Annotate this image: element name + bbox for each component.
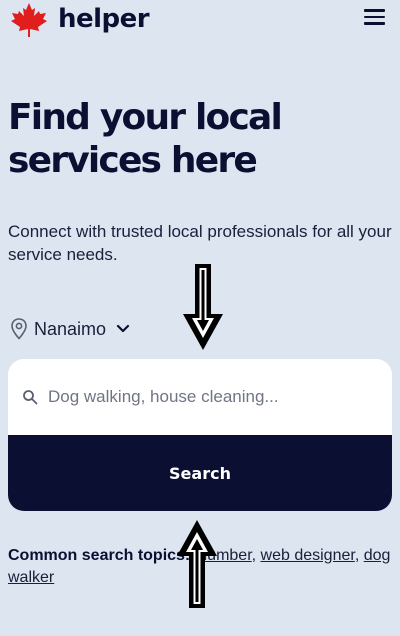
search-button[interactable]: Search xyxy=(8,435,392,511)
common-searches-label: Common search topics: xyxy=(8,547,191,564)
chevron-down-icon xyxy=(116,324,130,333)
search-input[interactable] xyxy=(48,387,368,407)
hero-subtitle: Connect with trusted local professionals… xyxy=(8,222,392,264)
arrow-up-icon xyxy=(177,520,217,608)
arrow-down-icon xyxy=(183,264,223,350)
brand-name[interactable]: helper xyxy=(58,4,150,34)
location-city: Nanaimo xyxy=(34,318,107,339)
hero-title-line-2: services here xyxy=(8,140,258,181)
search-field[interactable] xyxy=(8,359,392,435)
location-selector[interactable]: Nanaimo xyxy=(10,316,130,342)
search-card: Search xyxy=(8,359,392,511)
hero-title: Find your local services here xyxy=(8,96,392,182)
site-header: helper xyxy=(0,0,400,40)
hamburger-menu-icon[interactable] xyxy=(364,9,388,29)
hero-title-line-1: Find your local xyxy=(8,97,283,138)
common-search-link-web-designer[interactable]: web designer xyxy=(261,547,355,564)
location-pin-icon xyxy=(11,318,27,340)
maple-leaf-icon[interactable] xyxy=(8,2,50,38)
search-icon xyxy=(23,390,38,405)
